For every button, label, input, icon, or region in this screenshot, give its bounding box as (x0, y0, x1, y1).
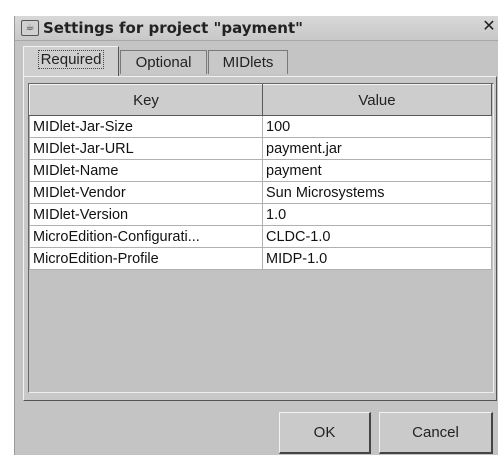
table-row[interactable]: MIDlet-Name payment (29, 159, 492, 182)
value-cell[interactable]: 100 (262, 115, 492, 138)
table-row[interactable]: MicroEdition-Configurati... CLDC-1.0 (29, 225, 492, 248)
table-row[interactable]: MIDlet-Jar-URL payment.jar (29, 137, 492, 160)
tab-midlets-label: MIDlets (222, 54, 274, 71)
close-icon[interactable]: ✕ (481, 19, 497, 35)
key-cell[interactable]: MIDlet-Name (29, 159, 263, 182)
tab-required[interactable]: Required (23, 46, 119, 76)
tab-midlets[interactable]: MIDlets (208, 50, 288, 74)
table-row[interactable]: MIDlet-Vendor Sun Microsystems (29, 181, 492, 204)
key-cell[interactable]: MIDlet-Version (29, 203, 263, 226)
key-cell[interactable]: MicroEdition-Configurati... (29, 225, 263, 248)
table-row[interactable]: MIDlet-Jar-Size 100 (29, 115, 492, 138)
properties-table: Key Value MIDlet-Jar-Size 100 MIDlet-Jar… (28, 83, 494, 393)
value-cell[interactable]: payment.jar (262, 137, 492, 160)
key-cell[interactable]: MIDlet-Vendor (29, 181, 263, 204)
table-row[interactable]: MIDlet-Version 1.0 (29, 203, 492, 226)
tab-optional[interactable]: Optional (120, 50, 207, 74)
title-bar[interactable]: ☕ Settings for project "payment" ✕ (15, 16, 498, 41)
ok-button[interactable]: OK (279, 412, 371, 454)
key-cell[interactable]: MicroEdition-Profile (29, 247, 263, 270)
column-header-value[interactable]: Value (262, 84, 492, 116)
tab-optional-label: Optional (135, 54, 192, 71)
window-title: Settings for project "payment" (43, 19, 303, 37)
value-cell[interactable]: payment (262, 159, 492, 182)
key-cell[interactable]: MIDlet-Jar-Size (29, 115, 263, 138)
tab-required-label: Required (37, 50, 105, 69)
table-row[interactable]: MicroEdition-Profile MIDP-1.0 (29, 247, 492, 270)
value-cell[interactable]: Sun Microsystems (262, 181, 492, 204)
value-cell[interactable]: MIDP-1.0 (262, 247, 492, 270)
dialog-button-row: OK Cancel (15, 412, 498, 455)
column-header-key[interactable]: Key (29, 84, 263, 116)
tab-panel-required: Key Value MIDlet-Jar-Size 100 MIDlet-Jar… (23, 76, 497, 401)
settings-dialog: ☕ Settings for project "payment" ✕ Requi… (14, 16, 498, 455)
value-cell[interactable]: CLDC-1.0 (262, 225, 492, 248)
key-cell[interactable]: MIDlet-Jar-URL (29, 137, 263, 160)
app-icon: ☕ (21, 20, 39, 36)
cancel-button[interactable]: Cancel (379, 412, 493, 454)
value-cell[interactable]: 1.0 (262, 203, 492, 226)
